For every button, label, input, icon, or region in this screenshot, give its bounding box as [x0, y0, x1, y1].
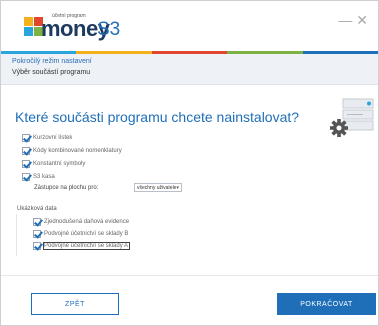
shortcut-select-value: všechny uživatele: [137, 185, 177, 191]
page-title: Které součásti programu chcete nainstalo…: [15, 109, 300, 125]
shortcut-select[interactable]: všechny uživatele ▾: [134, 183, 182, 192]
checkbox-kurzovni-listek[interactable]: Kurzovní lístek: [22, 134, 72, 142]
checkbox-icon[interactable]: [33, 218, 41, 226]
checkbox-icon[interactable]: [33, 230, 41, 238]
header: účetní program money S3 — ✕: [1, 1, 378, 51]
breadcrumb: Pokročilý režim nastavení Výběr součástí…: [1, 54, 378, 85]
checkbox-podvojne-b[interactable]: Podvojné účetnictví se sklady B: [33, 230, 128, 238]
back-button[interactable]: ZPĚT: [31, 293, 119, 315]
money-s3-logo: účetní program money S3: [24, 13, 134, 45]
checkbox-label: Kurzovní lístek: [33, 135, 73, 141]
checkbox-podvojne-a[interactable]: Podvojné účetnictví se sklady A: [33, 242, 131, 250]
checkbox-s3-kasa[interactable]: S3 kasa: [22, 173, 55, 181]
server-gear-icon: [330, 98, 374, 137]
checkbox-label: Podvojné účetnictví se sklady B: [44, 231, 129, 237]
checkbox-label: Zjednodušená daňová evidence: [44, 219, 130, 225]
breadcrumb-step: Výběr součástí programu: [12, 69, 91, 76]
continue-button[interactable]: POKRAČOVAT: [277, 293, 376, 315]
checkbox-label: Kódy kombinované nomenklatury: [33, 148, 122, 154]
logo-product: S3: [97, 19, 121, 40]
checkbox-label: Konstantní symboly: [33, 161, 86, 167]
checkbox-label: Podvojné účetnictví se sklady A: [42, 242, 131, 250]
checkbox-icon[interactable]: [22, 147, 30, 155]
chevron-down-icon: ▾: [176, 185, 179, 191]
shortcut-label: Zástupce na plochu pro:: [34, 185, 99, 191]
checkbox-kody-nomenklatury[interactable]: Kódy kombinované nomenklatury: [22, 147, 122, 155]
checkbox-icon[interactable]: [22, 160, 30, 168]
checkbox-icon[interactable]: [33, 242, 41, 250]
checkbox-icon[interactable]: [22, 173, 30, 181]
breadcrumb-mode[interactable]: Pokročilý režim nastavení: [12, 58, 92, 65]
checkbox-zjednodusena-evidence[interactable]: Zjednodušená daňová evidence: [33, 218, 129, 226]
checkbox-label: S3 kasa: [33, 174, 55, 180]
checkbox-konstantni-symboly[interactable]: Konstantní symboly: [22, 160, 85, 168]
checkbox-icon[interactable]: [22, 134, 30, 142]
window-controls[interactable]: — ✕: [338, 12, 368, 29]
footer-divider: [1, 275, 378, 276]
sample-data-label: Ukázková data: [17, 206, 57, 212]
installer-window: účetní program money S3 — ✕ Pokročilý re…: [0, 0, 379, 326]
